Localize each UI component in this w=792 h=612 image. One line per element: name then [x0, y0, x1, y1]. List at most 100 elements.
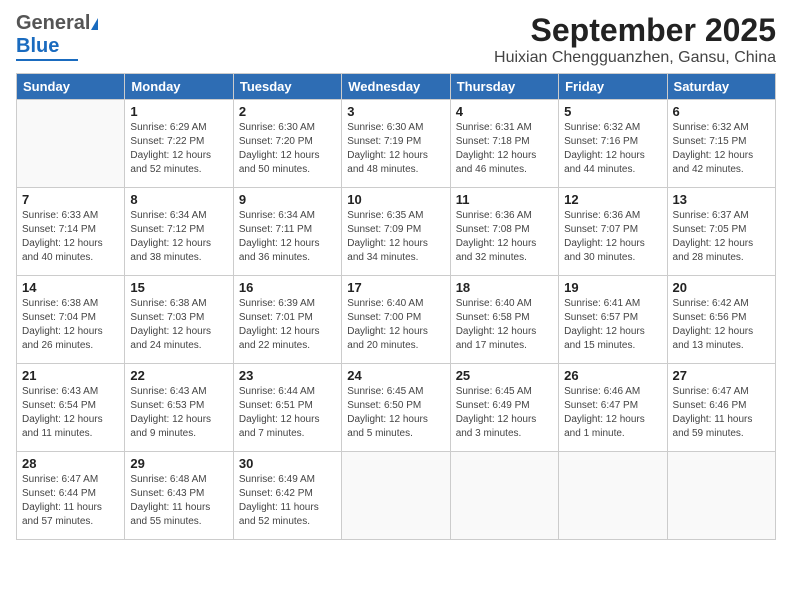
day-number: 22 — [130, 368, 227, 383]
location-title: Huixian Chengguanzhen, Gansu, China — [494, 49, 776, 67]
month-title: September 2025 — [494, 12, 776, 49]
day-info: Sunrise: 6:34 AM Sunset: 7:12 PM Dayligh… — [130, 209, 227, 265]
calendar-cell — [667, 452, 775, 540]
day-info: Sunrise: 6:48 AM Sunset: 6:43 PM Dayligh… — [130, 473, 227, 529]
day-info: Sunrise: 6:38 AM Sunset: 7:04 PM Dayligh… — [22, 297, 119, 353]
calendar-cell: 17 Sunrise: 6:40 AM Sunset: 7:00 PM Dayli… — [342, 276, 450, 364]
day-info: Sunrise: 6:43 AM Sunset: 6:54 PM Dayligh… — [22, 385, 119, 441]
calendar-cell: 1 Sunrise: 6:29 AM Sunset: 7:22 PM Daylig… — [125, 100, 233, 188]
day-info: Sunrise: 6:38 AM Sunset: 7:03 PM Dayligh… — [130, 297, 227, 353]
week-row-4: 21 Sunrise: 6:43 AM Sunset: 6:54 PM Dayli… — [17, 364, 776, 452]
logo-blue: Blue — [16, 35, 59, 58]
calendar-cell — [17, 100, 125, 188]
week-row-3: 14 Sunrise: 6:38 AM Sunset: 7:04 PM Dayli… — [17, 276, 776, 364]
day-number: 7 — [22, 192, 119, 207]
day-info: Sunrise: 6:40 AM Sunset: 6:58 PM Dayligh… — [456, 297, 553, 353]
day-info: Sunrise: 6:41 AM Sunset: 6:57 PM Dayligh… — [564, 297, 661, 353]
day-info: Sunrise: 6:40 AM Sunset: 7:00 PM Dayligh… — [347, 297, 444, 353]
weekday-header-saturday: Saturday — [667, 74, 775, 100]
weekday-header-thursday: Thursday — [450, 74, 558, 100]
day-number: 6 — [673, 104, 770, 119]
calendar-cell: 28Sunrise: 6:47 AM Sunset: 6:44 PM Dayli… — [17, 452, 125, 540]
day-number: 24 — [347, 368, 444, 383]
calendar-cell: 19 Sunrise: 6:41 AM Sunset: 6:57 PM Dayli… — [559, 276, 667, 364]
day-number: 19 — [564, 280, 661, 295]
day-info: Sunrise: 6:45 AM Sunset: 6:50 PM Dayligh… — [347, 385, 444, 441]
calendar-cell: 3Sunrise: 6:30 AM Sunset: 7:19 PM Daylig… — [342, 100, 450, 188]
logo: General Blue — [16, 12, 98, 61]
day-number: 15 — [130, 280, 227, 295]
week-row-2: 7 Sunrise: 6:33 AM Sunset: 7:14 PM Daylig… — [17, 188, 776, 276]
day-number: 18 — [456, 280, 553, 295]
calendar-table: SundayMondayTuesdayWednesdayThursdayFrid… — [16, 73, 776, 540]
calendar-cell: 13Sunrise: 6:37 AM Sunset: 7:05 PM Dayli… — [667, 188, 775, 276]
day-number: 14 — [22, 280, 119, 295]
day-info: Sunrise: 6:33 AM Sunset: 7:14 PM Dayligh… — [22, 209, 119, 265]
day-number: 9 — [239, 192, 336, 207]
weekday-header-friday: Friday — [559, 74, 667, 100]
calendar-cell: 29 Sunrise: 6:48 AM Sunset: 6:43 PM Dayli… — [125, 452, 233, 540]
weekday-header-monday: Monday — [125, 74, 233, 100]
calendar-cell: 6Sunrise: 6:32 AM Sunset: 7:15 PM Daylig… — [667, 100, 775, 188]
title-block: September 2025 Huixian Chengguanzhen, Ga… — [494, 12, 776, 67]
calendar-cell: 9 Sunrise: 6:34 AM Sunset: 7:11 PM Daylig… — [233, 188, 341, 276]
calendar-cell: 25Sunrise: 6:45 AM Sunset: 6:49 PM Dayli… — [450, 364, 558, 452]
logo-general: General — [16, 12, 90, 35]
day-info: Sunrise: 6:29 AM Sunset: 7:22 PM Dayligh… — [130, 121, 227, 177]
day-number: 16 — [239, 280, 336, 295]
week-row-1: 1 Sunrise: 6:29 AM Sunset: 7:22 PM Daylig… — [17, 100, 776, 188]
day-number: 4 — [456, 104, 553, 119]
calendar-cell: 12 Sunrise: 6:36 AM Sunset: 7:07 PM Dayli… — [559, 188, 667, 276]
day-info: Sunrise: 6:34 AM Sunset: 7:11 PM Dayligh… — [239, 209, 336, 265]
day-number: 12 — [564, 192, 661, 207]
page-container: General Blue September 2025 Huixian Chen… — [0, 0, 792, 548]
day-number: 21 — [22, 368, 119, 383]
weekday-header-tuesday: Tuesday — [233, 74, 341, 100]
calendar-cell: 24 Sunrise: 6:45 AM Sunset: 6:50 PM Dayli… — [342, 364, 450, 452]
calendar-cell: 20 Sunrise: 6:42 AM Sunset: 6:56 PM Dayli… — [667, 276, 775, 364]
day-number: 20 — [673, 280, 770, 295]
calendar-cell: 14 Sunrise: 6:38 AM Sunset: 7:04 PM Dayli… — [17, 276, 125, 364]
day-number: 17 — [347, 280, 444, 295]
day-info: Sunrise: 6:42 AM Sunset: 6:56 PM Dayligh… — [673, 297, 770, 353]
day-info: Sunrise: 6:39 AM Sunset: 7:01 PM Dayligh… — [239, 297, 336, 353]
day-info: Sunrise: 6:30 AM Sunset: 7:20 PM Dayligh… — [239, 121, 336, 177]
day-number: 3 — [347, 104, 444, 119]
day-number: 27 — [673, 368, 770, 383]
day-info: Sunrise: 6:35 AM Sunset: 7:09 PM Dayligh… — [347, 209, 444, 265]
calendar-cell: 5 Sunrise: 6:32 AM Sunset: 7:16 PM Daylig… — [559, 100, 667, 188]
calendar-cell: 15 Sunrise: 6:38 AM Sunset: 7:03 PM Dayli… — [125, 276, 233, 364]
day-number: 26 — [564, 368, 661, 383]
day-info: Sunrise: 6:46 AM Sunset: 6:47 PM Dayligh… — [564, 385, 661, 441]
calendar-cell: 2Sunrise: 6:30 AM Sunset: 7:20 PM Daylig… — [233, 100, 341, 188]
calendar-cell: 11 Sunrise: 6:36 AM Sunset: 7:08 PM Dayli… — [450, 188, 558, 276]
day-info: Sunrise: 6:49 AM Sunset: 6:42 PM Dayligh… — [239, 473, 336, 529]
calendar-cell: 30 Sunrise: 6:49 AM Sunset: 6:42 PM Dayli… — [233, 452, 341, 540]
logo-triangle-icon — [91, 18, 98, 30]
day-info: Sunrise: 6:44 AM Sunset: 6:51 PM Dayligh… — [239, 385, 336, 441]
day-info: Sunrise: 6:47 AM Sunset: 6:46 PM Dayligh… — [673, 385, 770, 441]
weekday-header-row: SundayMondayTuesdayWednesdayThursdayFrid… — [17, 74, 776, 100]
week-row-5: 28Sunrise: 6:47 AM Sunset: 6:44 PM Dayli… — [17, 452, 776, 540]
calendar-cell: 21 Sunrise: 6:43 AM Sunset: 6:54 PM Dayli… — [17, 364, 125, 452]
day-info: Sunrise: 6:47 AM Sunset: 6:44 PM Dayligh… — [22, 473, 119, 529]
calendar-cell — [559, 452, 667, 540]
calendar-cell: 16 Sunrise: 6:39 AM Sunset: 7:01 PM Dayli… — [233, 276, 341, 364]
calendar-cell: 23Sunrise: 6:44 AM Sunset: 6:51 PM Dayli… — [233, 364, 341, 452]
day-info: Sunrise: 6:36 AM Sunset: 7:07 PM Dayligh… — [564, 209, 661, 265]
calendar-cell: 22 Sunrise: 6:43 AM Sunset: 6:53 PM Dayli… — [125, 364, 233, 452]
day-number: 1 — [130, 104, 227, 119]
day-number: 8 — [130, 192, 227, 207]
calendar-cell: 8 Sunrise: 6:34 AM Sunset: 7:12 PM Daylig… — [125, 188, 233, 276]
day-number: 5 — [564, 104, 661, 119]
calendar-cell: 26 Sunrise: 6:46 AM Sunset: 6:47 PM Dayli… — [559, 364, 667, 452]
day-number: 29 — [130, 456, 227, 471]
day-number: 30 — [239, 456, 336, 471]
day-info: Sunrise: 6:43 AM Sunset: 6:53 PM Dayligh… — [130, 385, 227, 441]
weekday-header-wednesday: Wednesday — [342, 74, 450, 100]
day-number: 13 — [673, 192, 770, 207]
day-info: Sunrise: 6:32 AM Sunset: 7:16 PM Dayligh… — [564, 121, 661, 177]
day-info: Sunrise: 6:31 AM Sunset: 7:18 PM Dayligh… — [456, 121, 553, 177]
day-number: 11 — [456, 192, 553, 207]
day-info: Sunrise: 6:36 AM Sunset: 7:08 PM Dayligh… — [456, 209, 553, 265]
